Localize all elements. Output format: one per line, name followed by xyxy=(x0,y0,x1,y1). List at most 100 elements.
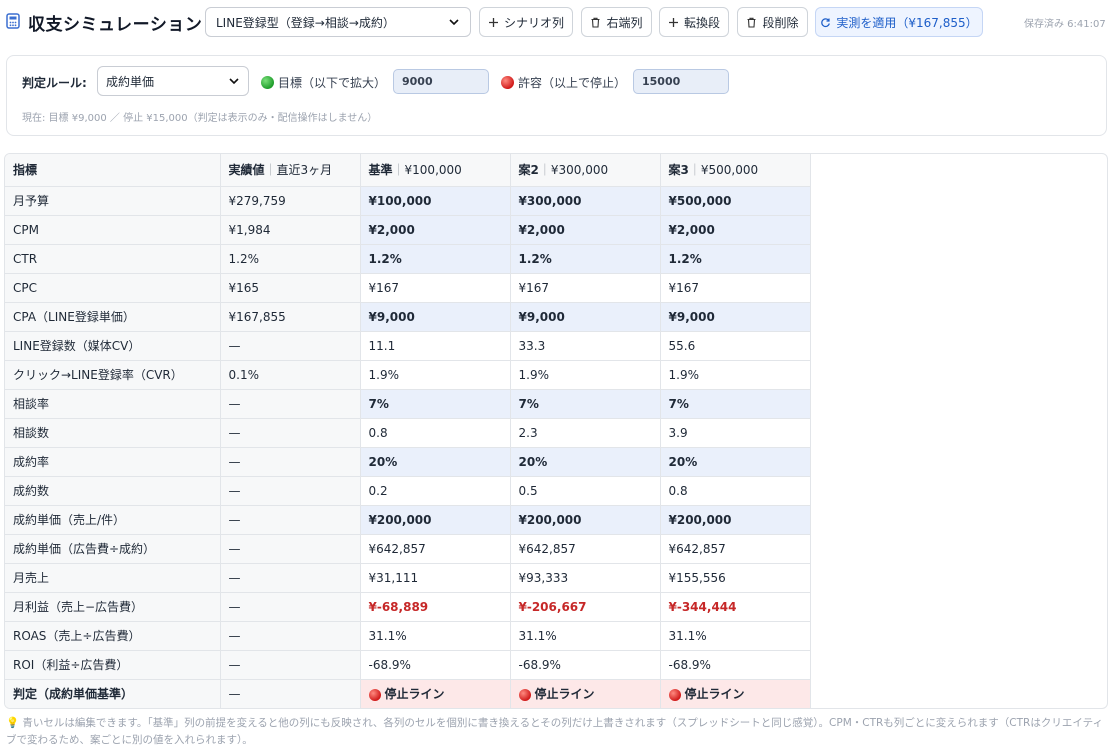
computed-cell: 1.9% xyxy=(660,360,811,390)
top-bar: 収支シミュレーション LINE登録型（登録→相談→成約） シナリオ列 右端列 転… xyxy=(0,0,1111,44)
chevron-down-icon xyxy=(449,19,459,26)
table-row: 相談数 —0.8 2.3 3.9 xyxy=(5,418,811,448)
page-title: 収支シミュレーション xyxy=(28,15,203,35)
metric-label: 相談率 xyxy=(5,389,221,419)
delete-stage-button[interactable]: 段削除 xyxy=(737,7,808,37)
table-row: 相談率 —7% 7% 7% xyxy=(5,389,811,419)
target-label: 目標（以下で拡大） xyxy=(261,74,386,91)
table-row: 月利益（売上−広告費） — ¥-68,889 ¥-206,667 ¥-344,444 xyxy=(5,592,811,622)
red-circle-icon xyxy=(518,688,531,701)
editable-cell[interactable]: ¥200,000 xyxy=(660,505,811,535)
table-row: 判定（成約単価基準） — 停止ライン 停止ライン 停止ライン xyxy=(5,679,811,708)
target-value-input[interactable]: 9000 xyxy=(393,69,489,94)
actual-value: ¥1,984 xyxy=(220,215,361,245)
table-row: CPC ¥165 ¥167 ¥167 ¥167 xyxy=(5,273,811,303)
editable-cell[interactable]: ¥2,000 xyxy=(360,215,511,245)
actual-value: ¥165 xyxy=(220,273,361,303)
editable-cell[interactable]: ¥2,000 xyxy=(660,215,811,245)
actual-value: — xyxy=(220,650,361,680)
editable-cell[interactable]: ¥9,000 xyxy=(360,302,511,332)
table-header-row: 指標 実績値｜直近3ヶ月 基準｜¥100,000 案2｜¥300,000 案3｜… xyxy=(5,154,811,187)
saved-status: 保存済み 6:41:07 xyxy=(1024,19,1106,30)
computed-cell: 2.3 xyxy=(510,418,661,448)
trash-icon xyxy=(747,17,756,28)
computed-cell: 55.6 xyxy=(660,331,811,361)
editable-cell[interactable]: 7% xyxy=(660,389,811,419)
actual-value: — xyxy=(220,679,361,708)
computed-cell: ¥155,556 xyxy=(660,563,811,593)
table-row: 月売上 — ¥31,111 ¥93,333 ¥155,556 xyxy=(5,563,811,593)
computed-cell: ¥31,111 xyxy=(360,563,511,593)
metric-label: 判定（成約単価基準） xyxy=(5,679,221,708)
actual-value: 1.2% xyxy=(220,244,361,274)
verdict-cell: 停止ライン xyxy=(510,679,661,708)
metric-label: 月予算 xyxy=(5,186,221,216)
computed-cell: ¥642,857 xyxy=(360,534,511,564)
editable-cell[interactable]: ¥200,000 xyxy=(360,505,511,535)
header-scenario-1[interactable]: 基準｜¥100,000 xyxy=(360,154,511,187)
metric-label: 成約単価（広告費÷成約） xyxy=(5,534,221,564)
metric-label: 成約率 xyxy=(5,447,221,477)
editable-cell[interactable]: ¥500,000 xyxy=(660,186,811,216)
actual-value: — xyxy=(220,331,361,361)
actual-value: — xyxy=(220,563,361,593)
verdict-label: 停止ライン xyxy=(684,687,745,701)
limit-value-input[interactable]: 15000 xyxy=(633,69,729,94)
metric-label: クリック→LINE登録率（CVR） xyxy=(5,360,221,390)
metric-label: 月売上 xyxy=(5,563,221,593)
metric-label: 月利益（売上−広告費） xyxy=(5,592,221,622)
actual-value: — xyxy=(220,621,361,651)
editable-cell[interactable]: 7% xyxy=(360,389,511,419)
header-metric: 指標 xyxy=(5,154,221,187)
actual-value: — xyxy=(220,505,361,535)
chevron-down-icon xyxy=(229,78,239,85)
header-scenario-3[interactable]: 案3｜¥500,000 xyxy=(660,154,811,187)
actual-value: 0.1% xyxy=(220,360,361,390)
computed-cell: 0.2 xyxy=(360,476,511,506)
apply-actuals-button[interactable]: 実測を適用（¥167,855） xyxy=(815,7,983,37)
actual-value: — xyxy=(220,534,361,564)
editable-cell[interactable]: 7% xyxy=(510,389,661,419)
editable-cell[interactable]: 1.2% xyxy=(360,244,511,274)
verdict-label: 停止ライン xyxy=(534,687,595,701)
red-circle-icon xyxy=(368,688,381,701)
rule-select[interactable]: 成約単価 xyxy=(97,66,249,96)
editable-cell[interactable]: 1.2% xyxy=(510,244,661,274)
table-row: 成約率 —20% 20% 20% xyxy=(5,447,811,477)
editable-cell[interactable]: 20% xyxy=(360,447,511,477)
table-row: LINE登録数（媒体CV） —11.1 33.3 55.6 xyxy=(5,331,811,361)
editable-cell[interactable]: ¥200,000 xyxy=(510,505,661,535)
computed-cell: ¥-68,889 xyxy=(360,592,511,622)
delete-right-column-button[interactable]: 右端列 xyxy=(581,7,652,37)
editable-cell[interactable]: 1.2% xyxy=(660,244,811,274)
computed-cell: ¥642,857 xyxy=(660,534,811,564)
editable-cell[interactable]: ¥9,000 xyxy=(660,302,811,332)
table-row: 成約単価（広告費÷成約） — ¥642,857 ¥642,857 ¥642,857 xyxy=(5,534,811,564)
actual-value: — xyxy=(220,389,361,419)
actual-value: ¥167,855 xyxy=(220,302,361,332)
editable-cell[interactable]: ¥9,000 xyxy=(510,302,661,332)
computed-cell: ¥-206,667 xyxy=(510,592,661,622)
limit-label: 許容（以上で停止） xyxy=(501,74,626,91)
editable-cell[interactable]: ¥100,000 xyxy=(360,186,511,216)
metric-label: ROAS（売上÷広告費） xyxy=(5,621,221,651)
computed-cell: ¥167 xyxy=(510,273,661,303)
add-scenario-column-button[interactable]: シナリオ列 xyxy=(479,7,573,37)
editable-cell[interactable]: ¥2,000 xyxy=(510,215,661,245)
scenario-select[interactable]: LINE登録型（登録→相談→成約） xyxy=(205,7,471,37)
footer-note: 💡 青いセルは編集できます。「基準」列の前提を変えると他の列にも反映され、各列の… xyxy=(6,717,1103,746)
editable-cell[interactable]: 20% xyxy=(660,447,811,477)
add-conversion-stage-button[interactable]: 転換段 xyxy=(659,7,729,37)
scenario-select-value: LINE登録型（登録→相談→成約） xyxy=(216,15,395,30)
header-actual: 実績値｜直近3ヶ月 xyxy=(220,154,361,187)
red-circle-icon xyxy=(501,76,514,89)
metric-label: ROI（利益÷広告費） xyxy=(5,650,221,680)
actual-value: — xyxy=(220,447,361,477)
computed-cell: -68.9% xyxy=(510,650,661,680)
metric-label: CPC xyxy=(5,273,221,303)
header-scenario-2[interactable]: 案2｜¥300,000 xyxy=(510,154,661,187)
verdict-cell: 停止ライン xyxy=(660,679,811,708)
editable-cell[interactable]: 20% xyxy=(510,447,661,477)
editable-cell[interactable]: ¥300,000 xyxy=(510,186,661,216)
computed-cell: 0.8 xyxy=(660,476,811,506)
